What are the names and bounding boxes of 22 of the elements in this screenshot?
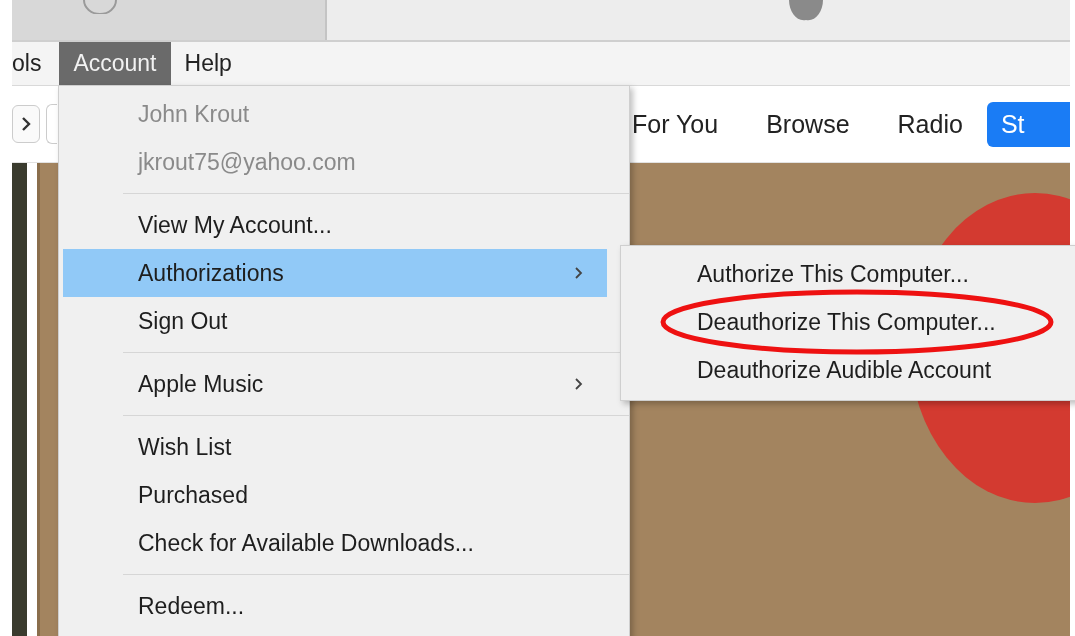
- nav-tab[interactable]: Radio: [873, 103, 987, 145]
- nav-tab[interactable]: Browse: [742, 103, 874, 145]
- menu-bar-item[interactable]: Account: [59, 42, 171, 85]
- forward-button[interactable]: [12, 105, 40, 143]
- menu-item[interactable]: Authorizations: [63, 249, 607, 297]
- menu-item[interactable]: Authorize This Computer...: [621, 250, 1075, 298]
- nav-tab[interactable]: For You: [632, 103, 743, 145]
- chevron-right-icon: [21, 116, 31, 132]
- menu-item[interactable]: Wish List: [63, 423, 607, 471]
- menu-item[interactable]: Apple Music: [63, 360, 607, 408]
- menu-item[interactable]: Sign Out: [63, 297, 607, 345]
- menu-item[interactable]: Redeem...: [63, 582, 607, 630]
- nav-tab[interactable]: St: [986, 101, 1070, 147]
- menu-item[interactable]: View My Account...: [63, 201, 607, 249]
- menu-item[interactable]: Deauthorize This Computer...: [621, 298, 1075, 346]
- menu-item[interactable]: Check for Available Downloads...: [63, 519, 607, 567]
- round-button-icon[interactable]: [82, 0, 118, 14]
- toolbar-button[interactable]: [46, 104, 57, 144]
- menu-item[interactable]: Deauthorize Audible Account: [621, 346, 1075, 394]
- menu-bar-item[interactable]: Help: [170, 42, 246, 85]
- menu-item[interactable]: Purchased: [63, 471, 607, 519]
- menu-bar-item[interactable]: ols: [12, 42, 56, 85]
